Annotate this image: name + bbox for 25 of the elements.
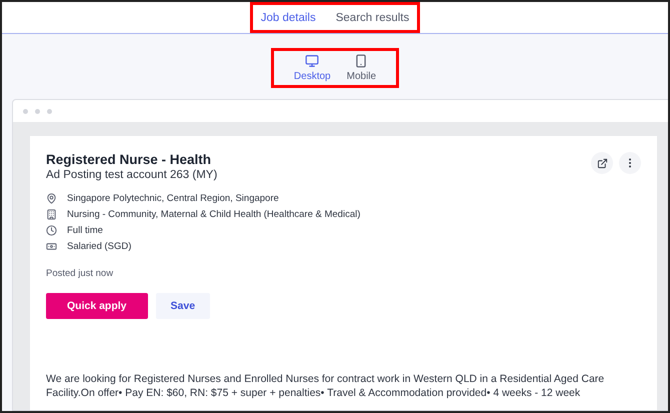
- banknote-icon: [46, 241, 57, 252]
- building-icon: [46, 209, 57, 220]
- device-toggle[interactable]: Desktop: [292, 54, 333, 82]
- posted-time: Posted just now: [46, 268, 114, 279]
- job-title: Registered Nurse - Health: [46, 152, 212, 167]
- apply-button[interactable]: Quick apply: [46, 293, 148, 319]
- map-pin-icon: [46, 193, 57, 204]
- save-button[interactable]: Save: [156, 293, 210, 319]
- job-detail: Singapore Polytechnic, Central Region, Singapore: [67, 193, 279, 204]
- window-dot: [47, 108, 52, 114]
- job-detail: Nursing - Community, Maternal & Child Health (Healthcare & Medical): [67, 209, 360, 220]
- smartphone-icon: [354, 54, 368, 68]
- window-dot: [23, 108, 28, 114]
- monitor-icon: [305, 54, 320, 68]
- tab[interactable]: Search results: [334, 8, 412, 28]
- window-dot: [35, 108, 40, 114]
- job-detail: Full time: [67, 225, 103, 236]
- external-link-icon: [596, 158, 608, 168]
- job-detail: Salaried (SGD): [67, 241, 132, 252]
- tab[interactable]: Job details: [258, 8, 318, 28]
- clock-icon: [46, 225, 57, 236]
- job-description: We are looking for Registered Nurses and Enrolled Nurses for contract work in Western QLD in a Residential Aged Care Facility.On offer• Pay EN: $60, RN: $75 + super + penalties• Travel & Accommodation provided• 4 weeks - 12 week: [46, 372, 606, 400]
- share-button[interactable]: [591, 152, 613, 174]
- device-toggle[interactable]: Mobile: [344, 54, 378, 82]
- advertiser-name: Ad Posting test account 263 (MY): [46, 169, 218, 181]
